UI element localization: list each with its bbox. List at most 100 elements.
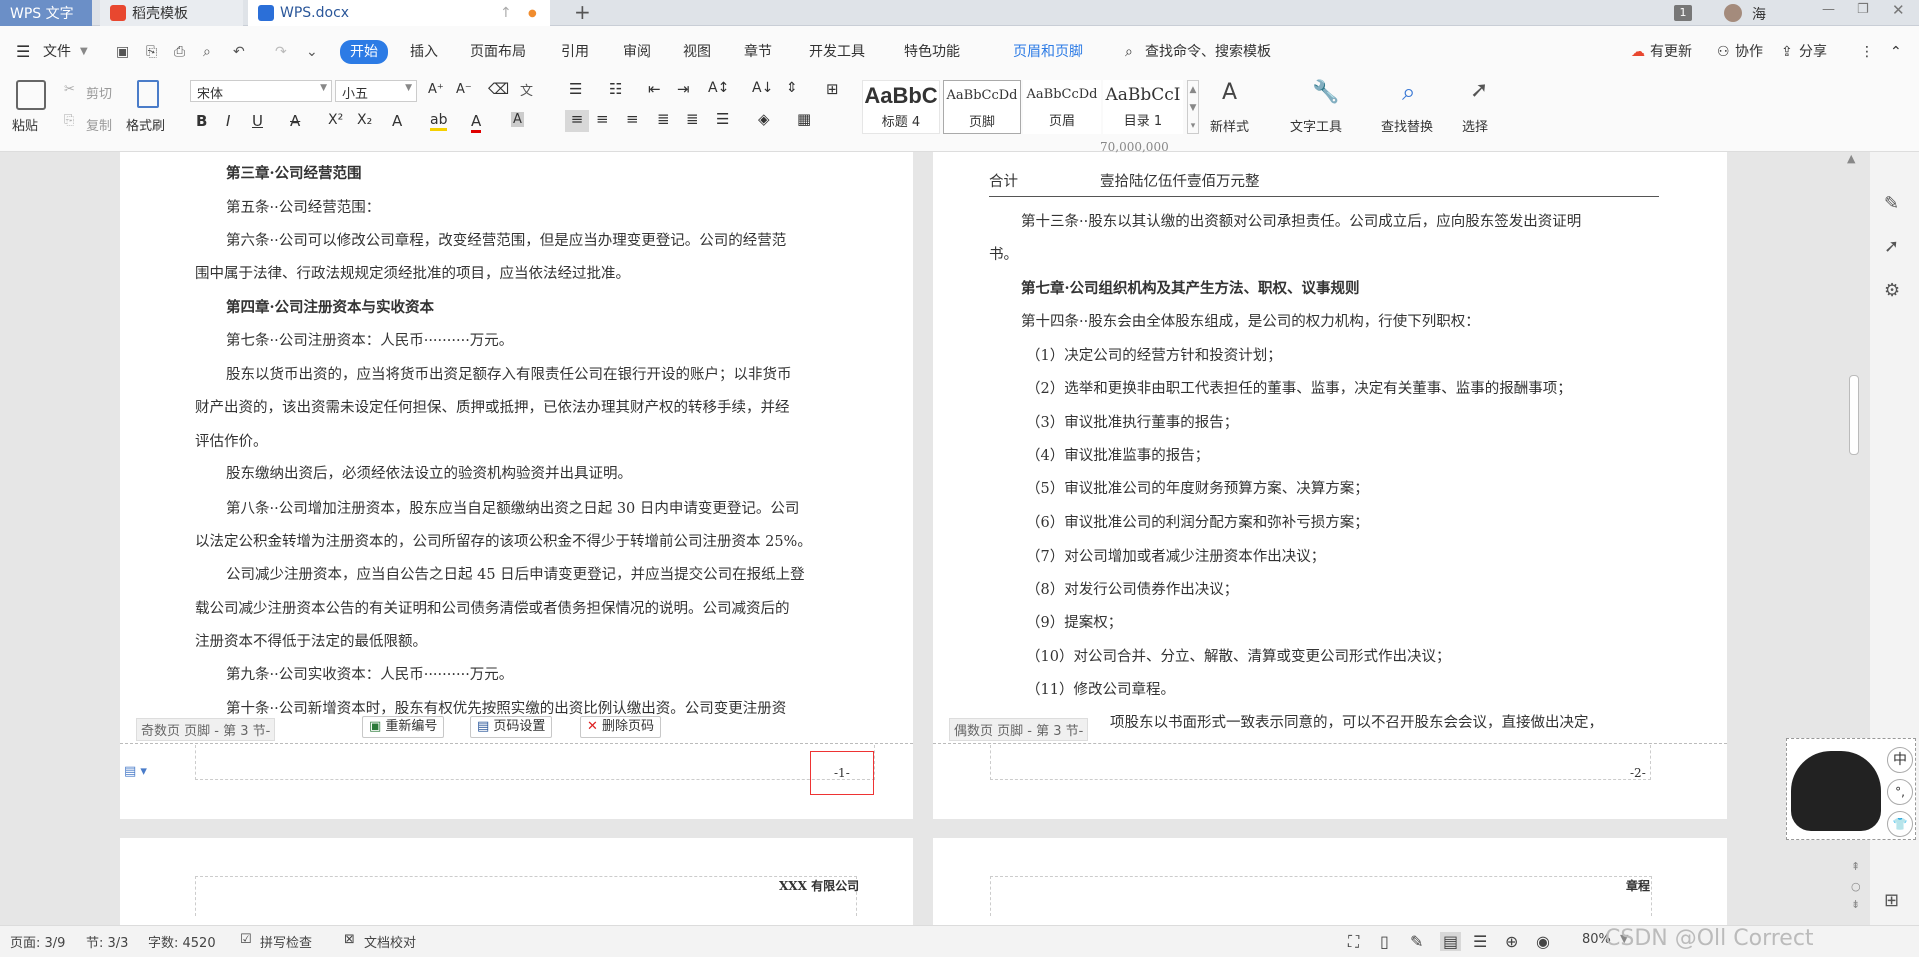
font-size-select[interactable]: 小五 ▼ — [335, 80, 417, 102]
settings-sliders-icon[interactable]: ⚙ — [1884, 280, 1900, 301]
pen-icon[interactable]: ✎ — [1884, 193, 1899, 214]
save-icon[interactable]: ▣ — [116, 42, 129, 62]
tab-references[interactable]: 引用 — [561, 42, 589, 62]
delete-page-number-button[interactable]: ✕ 删除页码 — [580, 716, 662, 738]
browse-object-icon[interactable]: ○ — [1851, 880, 1861, 893]
char-shading-icon[interactable]: A — [511, 112, 524, 127]
prev-page-icon[interactable]: ⇞ — [1851, 860, 1860, 873]
maximize-button[interactable]: ❐ — [1857, 2, 1869, 17]
doc-paragraph-line[interactable]: （7）对公司增加或者减少注册资本作出决议； — [1026, 545, 1325, 566]
tab-developer[interactable]: 开发工具 — [809, 42, 865, 62]
doc-paragraph-line[interactable]: （3）审议批准执行董事的报告； — [1026, 411, 1238, 432]
proofread-button[interactable]: 文档校对 — [364, 932, 416, 951]
font-color-icon[interactable]: A — [471, 112, 482, 133]
web-view-icon[interactable]: ⊕ — [1505, 932, 1518, 951]
font-name-select[interactable]: 宋体 ▼ — [190, 80, 332, 102]
doc-paragraph-line[interactable]: 第五条··公司经营范围： — [226, 196, 380, 217]
new-style-icon[interactable]: A — [1222, 80, 1237, 105]
ime-chinese-button[interactable]: 中 — [1887, 747, 1913, 773]
customize-icon[interactable]: ⌄ — [306, 42, 318, 62]
ime-punctuation-button[interactable]: °, — [1887, 779, 1913, 805]
grid-apps-icon[interactable]: ⊞ — [1884, 890, 1899, 911]
search-icon[interactable]: ⌕ — [1125, 42, 1133, 62]
renumber-button[interactable]: ▣ 重新编号 — [362, 716, 445, 738]
doc-paragraph-line[interactable]: （8）对发行公司债券作出决议； — [1026, 578, 1238, 599]
redo-icon[interactable]: ↷ — [275, 42, 287, 62]
status-section[interactable]: 节: 3/3 — [86, 932, 128, 951]
tab-insert[interactable]: 插入 — [410, 42, 438, 62]
doc-paragraph-line[interactable]: 注册资本不得低于法定的最低限额。 — [195, 630, 427, 651]
tab-wps-docx[interactable]: WPS.docx ↑ ● — [248, 0, 550, 26]
wrench-icon[interactable]: 🔧 — [1312, 80, 1339, 105]
doc-paragraph-line[interactable]: 财产出资的，该出资需未设定任何担保、质押或抵押，已依法办理其财产权的转移手续，并… — [195, 396, 790, 417]
read-mode-icon[interactable]: ▯ — [1380, 932, 1389, 951]
doc-paragraph-line[interactable]: （9）提案权； — [1026, 611, 1122, 632]
tab-view[interactable]: 视图 — [683, 42, 711, 62]
update-button[interactable]: 有更新 — [1650, 42, 1692, 62]
doc-paragraph-line[interactable]: 围中属于法律、行政法规规定须经批准的项目，应当依法经过批准。 — [195, 262, 630, 283]
scroll-up-icon[interactable]: ▲ — [1847, 152, 1855, 165]
doc-paragraph-line[interactable]: 公司减少注册资本，应当自公告之日起 45 日后申请变更登记，并应当提交公司在报纸… — [226, 563, 805, 584]
paste-button[interactable]: 粘贴 — [12, 115, 38, 134]
doc-paragraph-line[interactable]: （10）对公司合并、分立、解散、清算或变更公司形式作出决议； — [1026, 645, 1450, 666]
doc-paragraph-line[interactable]: 书。 — [989, 243, 1018, 264]
numbered-list-icon[interactable]: ☷ — [609, 80, 622, 98]
status-word-count[interactable]: 字数: 4520 — [148, 932, 216, 951]
tab-chapter[interactable]: 章节 — [744, 42, 772, 62]
collab-button[interactable]: 协作 — [1735, 42, 1763, 62]
footer-doc-icon[interactable]: ▤ ▾ — [124, 764, 147, 779]
bullet-list-icon[interactable]: ☰ — [569, 80, 582, 98]
tab-page-layout[interactable]: 页面布局 — [470, 42, 526, 62]
page-number-settings-button[interactable]: ▤ 页码设置 — [470, 716, 553, 738]
menu-file[interactable]: 文件 — [43, 42, 71, 62]
spellcheck-button[interactable]: 拼写检查 — [260, 932, 312, 951]
user-name[interactable]: 海 — [1752, 4, 1766, 24]
text-effect-icon[interactable]: A — [392, 112, 402, 130]
doc-paragraph-line[interactable]: 股东以货币出资的，应当将货币出资足额存入有限责任公司在银行开设的账户；以非货币 — [226, 363, 792, 384]
chevron-down-icon[interactable]: ▼ — [80, 42, 88, 62]
new-tab-button[interactable]: + — [574, 0, 591, 24]
format-painter-button[interactable]: 格式刷 — [126, 115, 165, 134]
format-painter-icon[interactable] — [137, 80, 159, 108]
style-header[interactable]: AaBbCcDd 页眉 — [1023, 80, 1101, 134]
doc-paragraph-line[interactable]: （5）审议批准公司的年度财务预算方案、决算方案； — [1026, 477, 1369, 498]
justify-icon[interactable]: ≣ — [657, 110, 670, 128]
print-preview-icon[interactable]: ⌕ — [203, 42, 211, 62]
style-footer[interactable]: AaBbCcDd 页脚 — [943, 80, 1021, 134]
italic-icon[interactable]: I — [226, 112, 230, 130]
header-area-right[interactable] — [990, 876, 1652, 916]
outline-view-icon[interactable]: ☰ — [1473, 932, 1487, 951]
avatar[interactable] — [1724, 4, 1742, 22]
doc-paragraph-line[interactable]: 第八条··公司增加注册资本，股东应当自足额缴纳出资之日起 30 日内申请变更登记… — [226, 497, 799, 518]
table-borders-icon[interactable]: ▦ — [797, 110, 811, 128]
new-style-button[interactable]: 新样式 — [1210, 116, 1249, 135]
command-search[interactable]: 查找命令、搜索模板 — [1145, 42, 1271, 62]
doc-paragraph-line[interactable]: 第九条··公司实收资本：人民币··········万元。 — [226, 663, 513, 684]
align-center-icon[interactable]: ≡ — [596, 110, 609, 128]
highlight-icon[interactable]: ab — [430, 112, 448, 131]
tab-home[interactable]: 开始 — [340, 40, 388, 64]
doc-paragraph-line[interactable]: 股东缴纳出资后，必须经依法设立的验资机构验资并出具证明。 — [226, 462, 632, 483]
doc-paragraph-line[interactable]: 项股东以书面形式一致表示同意的，可以不召开股东会会议，直接做出决定， — [1110, 711, 1603, 732]
doc-paragraph-line[interactable]: 载公司减少注册资本公告的有关证明和公司债务清偿或者债务担保情况的说明。公司减资后… — [195, 597, 790, 618]
doc-paragraph-line[interactable]: 评估作价。 — [195, 430, 268, 451]
doc-paragraph-line[interactable]: （11）修改公司章程。 — [1026, 678, 1175, 699]
page-view-icon[interactable]: ▤ — [1440, 932, 1462, 951]
fullscreen-icon[interactable]: ⛶ — [1348, 932, 1359, 952]
doc-paragraph-line[interactable]: 第十条··公司新增资本时，股东有权优先按照实缴的出资比例认缴出资。公司变更注册资 — [226, 697, 786, 718]
more-icon[interactable]: ⋮ — [1860, 42, 1874, 62]
tab-wps-writer[interactable]: WPS 文字 — [0, 0, 92, 26]
doc-paragraph-line[interactable]: 第十三条··股东以其认缴的出资额对公司承担责任。公司成立后，应向股东签发出资证明 — [1021, 210, 1581, 231]
copy-icon[interactable]: ⎘ — [64, 113, 74, 128]
style-heading4[interactable]: AaBbC 标题 4 — [862, 80, 940, 134]
style-toc1[interactable]: AaBbCcI 目录 1 — [1103, 80, 1183, 134]
doc-paragraph-line[interactable]: （2）选举和更换非由职工代表担任的董事、监事，决定有关董事、监事的报酬事项； — [1026, 377, 1572, 398]
select-button[interactable]: 选择 — [1462, 116, 1488, 135]
paragraph-spacing-icon[interactable]: ☰ — [716, 110, 729, 128]
paste-icon[interactable] — [16, 80, 46, 110]
doc-paragraph-line[interactable]: 第六条··公司可以修改公司章程，改变经营范围，但是应当办理变更登记。公司的经营范 — [226, 229, 786, 250]
ime-skin-icon[interactable]: 👕 — [1887, 811, 1913, 837]
decrease-indent-icon[interactable]: ⇤ — [648, 80, 661, 98]
doc-paragraph-line[interactable]: 以法定公积金转增为注册资本的，公司所留存的该项公积金不得少于转增前公司注册资本 … — [195, 530, 812, 551]
underline-icon[interactable]: U — [252, 112, 263, 130]
